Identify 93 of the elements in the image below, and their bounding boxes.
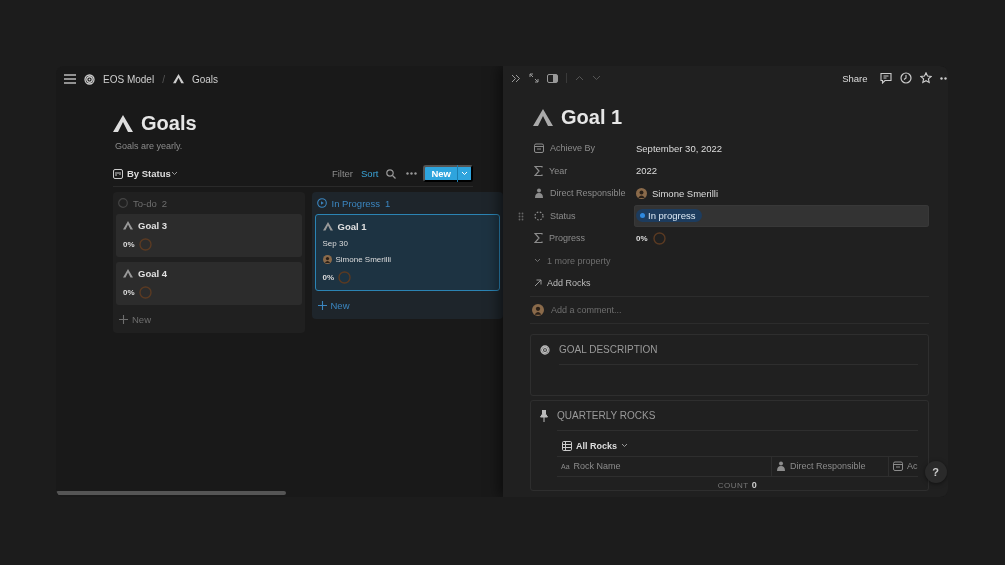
- tent-icon: [172, 74, 184, 84]
- sigma-icon: [534, 233, 543, 244]
- card-date: Sep 30: [322, 239, 349, 248]
- toolbar-link[interactable]: Sort: [361, 168, 379, 179]
- column-title: To-do: [133, 197, 157, 209]
- property-value-field[interactable]: In progress: [634, 204, 929, 227]
- sigma-icon: [534, 165, 543, 176]
- add-relation-link[interactable]: Add Rocks: [547, 277, 591, 288]
- calendar-icon: [534, 143, 544, 154]
- horizontal-scrollbar[interactable]: [56, 491, 286, 495]
- person-icon: [776, 461, 786, 471]
- toolbar-link[interactable]: Filter: [331, 168, 353, 179]
- column-label: Direct Responsible: [790, 461, 866, 471]
- target-icon: [540, 344, 550, 355]
- status-tag[interactable]: In progress: [636, 209, 702, 223]
- view-selector[interactable]: All Rocks: [576, 440, 617, 451]
- avatar-icon: [636, 187, 647, 199]
- help-button[interactable]: ?: [924, 461, 947, 483]
- progress-value: 0%: [123, 288, 135, 297]
- property-label: Achieve By: [550, 143, 596, 154]
- expand-icon[interactable]: [529, 73, 539, 83]
- person-name: Simone Smerilli: [652, 187, 718, 199]
- share-button[interactable]: Share: [842, 72, 868, 84]
- progress-ring-icon: [338, 271, 352, 284]
- search-icon[interactable]: [386, 168, 397, 179]
- tent-icon: [533, 109, 553, 126]
- card-title: Goal 3: [138, 220, 168, 231]
- plus-icon: [119, 315, 128, 324]
- property-label: Direct Responsible: [550, 188, 626, 199]
- property-value: September 30, 2022: [636, 142, 723, 154]
- board-card[interactable]: Goal 4 0%: [116, 262, 302, 305]
- more-icon[interactable]: [939, 76, 948, 80]
- property-label: Status: [550, 210, 576, 221]
- count-value: 0: [751, 479, 757, 490]
- page-title: Goals: [141, 112, 197, 135]
- chevron-down-icon: [621, 443, 628, 448]
- board-card[interactable]: Goal 1 Sep 30 Simone Smerilli 0%: [314, 214, 500, 291]
- new-card-link[interactable]: New: [330, 300, 350, 311]
- board-card[interactable]: Goal 3 0%: [116, 214, 302, 257]
- card-title: Goal 1: [337, 221, 367, 232]
- column-count: 1: [385, 197, 391, 209]
- chevron-down-icon: [170, 171, 178, 176]
- person-icon: [534, 188, 544, 199]
- tent-icon: [113, 115, 133, 132]
- column-count: 2: [161, 197, 168, 209]
- dashed-circle-icon: [534, 210, 544, 221]
- drag-handle-icon[interactable]: [518, 211, 524, 221]
- double-chevron-icon[interactable]: [511, 73, 521, 83]
- section-title: QUARTERLY ROCKS: [557, 400, 918, 431]
- plus-icon: [317, 301, 327, 310]
- comment-icon[interactable]: [879, 72, 892, 84]
- play-circle-icon: [316, 198, 327, 208]
- table-icon: [562, 440, 572, 451]
- column-title: In Progress: [331, 197, 381, 209]
- tent-icon: [123, 269, 133, 278]
- person-name: Simone Smerilli: [335, 255, 392, 264]
- tent-icon: [322, 222, 333, 231]
- progress-ring-icon: [138, 238, 152, 251]
- page-description: Goals are yearly.: [115, 141, 184, 151]
- star-icon[interactable]: [919, 72, 932, 84]
- progress-value: 0%: [322, 273, 335, 282]
- pin-icon: [540, 409, 548, 422]
- menu-icon[interactable]: [64, 74, 76, 84]
- avatar-icon: [322, 255, 332, 264]
- target-icon: [84, 73, 95, 85]
- page-title: Goal 1: [561, 106, 623, 129]
- board-view-icon: [113, 168, 123, 179]
- arrow-up-right-icon: [534, 278, 542, 287]
- tent-icon: [123, 221, 133, 230]
- calendar-icon: [893, 461, 903, 471]
- count-label: COUNT: [717, 480, 749, 490]
- chevron-down-icon: [534, 258, 541, 263]
- section-title: GOAL DESCRIPTION: [559, 334, 918, 365]
- chevron-down-icon: [461, 171, 468, 176]
- column-label: Rock Name: [573, 461, 621, 471]
- progress-ring-icon: [652, 231, 666, 245]
- property-label: Progress: [549, 233, 585, 244]
- progress-value: 0%: [123, 240, 135, 249]
- progress-ring-icon: [138, 286, 152, 299]
- breadcrumb-link[interactable]: Goals: [191, 73, 219, 85]
- card-title: Goal 4: [138, 268, 168, 279]
- column-label: Ac: [907, 461, 918, 471]
- progress-value: 0%: [636, 233, 648, 243]
- avatar-icon: [532, 303, 544, 316]
- property-value: 2022: [636, 165, 658, 177]
- clock-icon[interactable]: [899, 72, 912, 84]
- side-panel-icon[interactable]: [547, 73, 558, 83]
- view-selector[interactable]: By Status: [127, 168, 171, 179]
- breadcrumb-link[interactable]: EOS Model: [103, 73, 155, 85]
- breadcrumb-separator: /: [162, 73, 165, 85]
- property-label: Year: [549, 165, 568, 176]
- more-icon[interactable]: [406, 172, 418, 175]
- empty-circle-icon: [118, 198, 128, 208]
